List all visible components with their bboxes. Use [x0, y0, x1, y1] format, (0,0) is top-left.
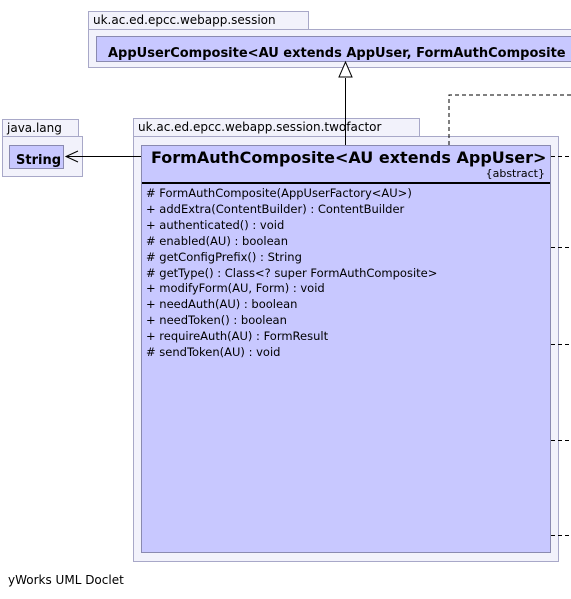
footer-credit: yWorks UML Doclet: [8, 573, 124, 587]
relationship-lines: [64, 60, 571, 536]
generalization-arrowhead: [338, 60, 353, 78]
dependency-line-top: [448, 94, 571, 145]
